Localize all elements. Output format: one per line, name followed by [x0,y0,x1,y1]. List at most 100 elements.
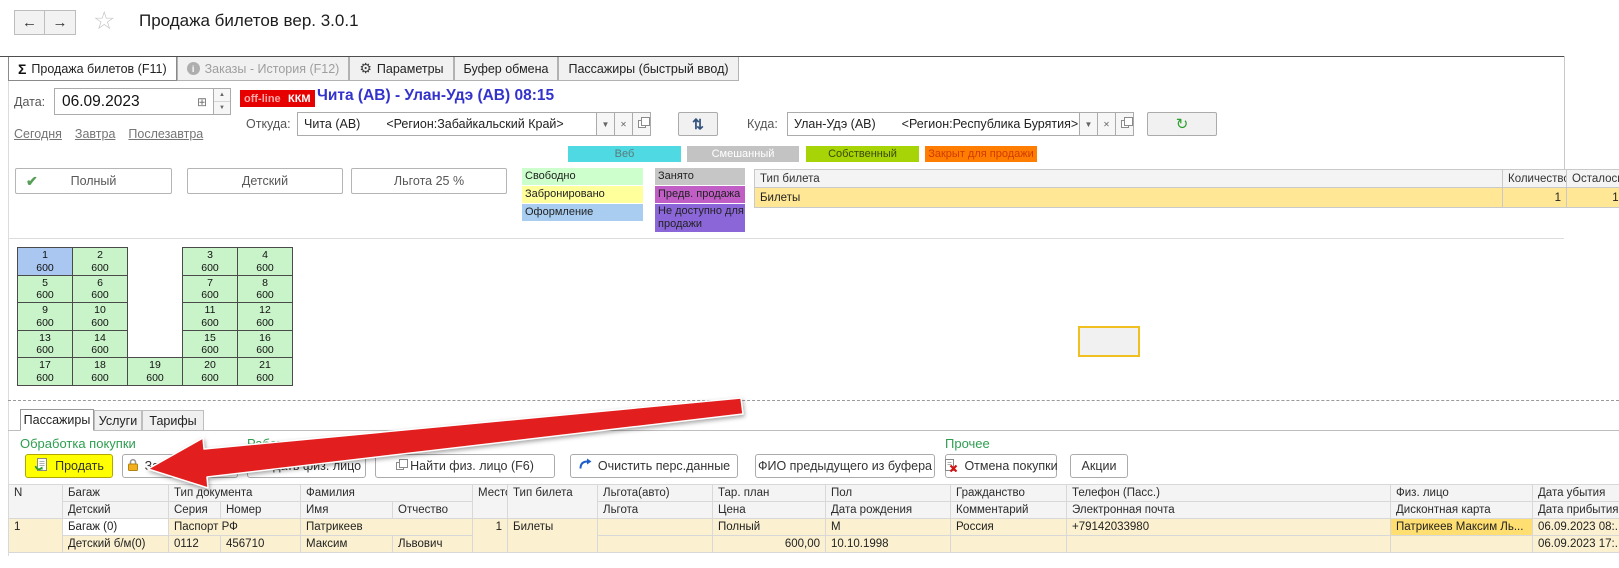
cell-person[interactable]: Патрикеев Максим Ль... [1391,519,1533,536]
cell-price[interactable]: 600,00 [713,536,826,553]
clear-icon[interactable]: ✕ [1098,112,1116,136]
reserve-label: Забронировать [145,459,234,473]
info-icon: i [187,62,200,75]
reserve-button[interactable]: Забронировать [122,454,238,478]
spin-up-icon[interactable]: ▲ [214,89,230,101]
dropdown-icon[interactable]: ▼ [1080,112,1098,136]
cell-seat: 1 [473,519,508,553]
seat-6[interactable]: 6600 [72,275,128,304]
dropdown-icon[interactable]: ▼ [597,112,615,136]
cell-phone[interactable]: +79142033980 [1067,519,1391,536]
link-after-tomorrow[interactable]: Послезавтра [128,127,203,141]
create-person-button[interactable]: Создать физ. лицо [247,454,366,478]
seat-15[interactable]: 15600 [182,330,238,359]
link-today[interactable]: Сегодня [14,127,62,141]
seat-9[interactable]: 9600 [17,302,73,331]
cell-n: 1 [9,519,63,553]
forward-button[interactable]: → [45,10,76,35]
undo-arrow-icon [578,458,592,474]
cell-benefit-auto[interactable] [598,519,713,536]
from-input[interactable]: Чита (АВ) <Регион:Забайкальский Край> [297,112,597,136]
seat-21[interactable]: 21600 [237,357,293,386]
cell-middlename[interactable]: Львович [393,536,473,553]
seat-1[interactable]: 1600 [17,247,73,276]
seat-16[interactable]: 16600 [237,330,293,359]
seat-17[interactable]: 17600 [17,357,73,386]
fare-full-button[interactable]: ✔ Полный [15,168,172,194]
fare-child-button[interactable]: Детский [187,168,343,194]
clear-personal-label: Очистить перс.данные [598,459,730,473]
spin-down-icon[interactable]: ▼ [214,101,230,114]
cell-comment[interactable] [951,536,1067,553]
cell-email[interactable] [1067,536,1391,553]
legend-web: Веб [568,146,681,162]
cell-doc-type[interactable]: Паспорт РФ [169,519,301,536]
cell-lastname[interactable]: Патрикеев [301,519,473,536]
seat-3[interactable]: 3600 [182,247,238,276]
fio-from-buffer-button[interactable]: ФИО предыдущего из буфера [755,454,935,478]
cell-gender[interactable]: М [826,519,951,536]
promos-label: Акции [1082,459,1117,473]
cell-citizenship[interactable]: Россия [951,519,1067,536]
cell-benefit[interactable] [598,536,713,553]
cell-baggage[interactable]: Багаж (0) [63,519,169,536]
col-lastname: Фамилия [301,485,473,502]
col-seat: Место [473,485,508,519]
swap-stations-button[interactable]: ⇅ [678,112,718,136]
seat-2[interactable]: 2600 [72,247,128,276]
cell-tariff-plan[interactable]: Полный [713,519,826,536]
main-tabstrip: Σ Продажа билетов (F11) i Заказы - Истор… [0,56,1565,81]
cell-series[interactable]: 0112 [169,536,221,553]
legend-mixed: Смешанный [687,146,799,162]
cell-discount-card[interactable] [1391,536,1533,553]
col-n: N [9,485,63,519]
seat-7[interactable]: 7600 [182,275,238,304]
date-value: 06.09.2023 [55,93,191,111]
sell-button[interactable]: Продать [25,454,113,478]
promos-button[interactable]: Акции [1070,454,1128,478]
legend-own: Собственный [806,146,919,162]
tab-clipboard[interactable]: Буфер обмена [454,57,559,81]
seat-20[interactable]: 20600 [182,357,238,386]
date-input[interactable]: 06.09.2023 ⊞ [54,88,214,115]
seat-19[interactable]: 19600 [127,357,183,386]
aisle [128,331,183,359]
link-tomorrow[interactable]: Завтра [75,127,116,141]
clear-personal-button[interactable]: Очистить перс.данные [570,454,738,478]
seat-18[interactable]: 18600 [72,357,128,386]
fare-discount25-button[interactable]: Льгота 25 % [351,168,507,194]
tab-tariffs[interactable]: Тарифы [142,410,204,431]
clear-icon[interactable]: ✕ [615,112,633,136]
seat-10[interactable]: 10600 [72,302,128,331]
seat-5[interactable]: 5600 [17,275,73,304]
seat-13[interactable]: 13600 [17,330,73,359]
passenger-row-line-1[interactable]: 1 Багаж (0) Паспорт РФ Патрикеев 1 Билет… [9,519,1619,536]
seat-8[interactable]: 8600 [237,275,293,304]
cancel-purchase-button[interactable]: Отмена покупки [945,454,1057,478]
tab-orders-history[interactable]: i Заказы - История (F12) [177,57,350,81]
seat-11[interactable]: 11600 [182,302,238,331]
tab-parameters[interactable]: ⚙ Параметры [349,57,453,81]
open-button[interactable] [633,112,651,136]
col-ticket-type: Тип билета [508,485,598,519]
cell-firstname[interactable]: Максим [301,536,393,553]
refresh-button[interactable]: ↻ [1147,112,1217,136]
tab-passengers[interactable]: Пассажиры [20,409,94,431]
to-input[interactable]: Улан-Удэ (АВ) <Регион:Республика Бурятия… [787,112,1080,136]
cell-child[interactable]: Детский б/м(0) [63,536,169,553]
find-person-button[interactable]: Найти физ. лицо (F6) [375,454,555,478]
seat-4[interactable]: 4600 [237,247,293,276]
tab-passengers-quick[interactable]: Пассажиры (быстрый ввод) [558,57,738,81]
calendar-icon[interactable]: ⊞ [191,95,213,109]
seat-12[interactable]: 12600 [237,302,293,331]
favorite-star-icon[interactable]: ☆ [93,6,115,36]
back-button[interactable]: ← [14,10,45,35]
tab-services[interactable]: Услуги [94,410,142,431]
tab-ticket-sale[interactable]: Σ Продажа билетов (F11) [8,57,177,81]
seat-14[interactable]: 14600 [72,330,128,359]
cell-birth[interactable]: 10.10.1998 [826,536,951,553]
open-button[interactable] [1116,112,1134,136]
ticket-type-row[interactable]: Билеты 1 19 [755,188,1619,208]
passenger-row-line-2[interactable]: Детский б/м(0) 0112 456710 Максим Львови… [9,536,1619,553]
cell-number[interactable]: 456710 [221,536,301,553]
